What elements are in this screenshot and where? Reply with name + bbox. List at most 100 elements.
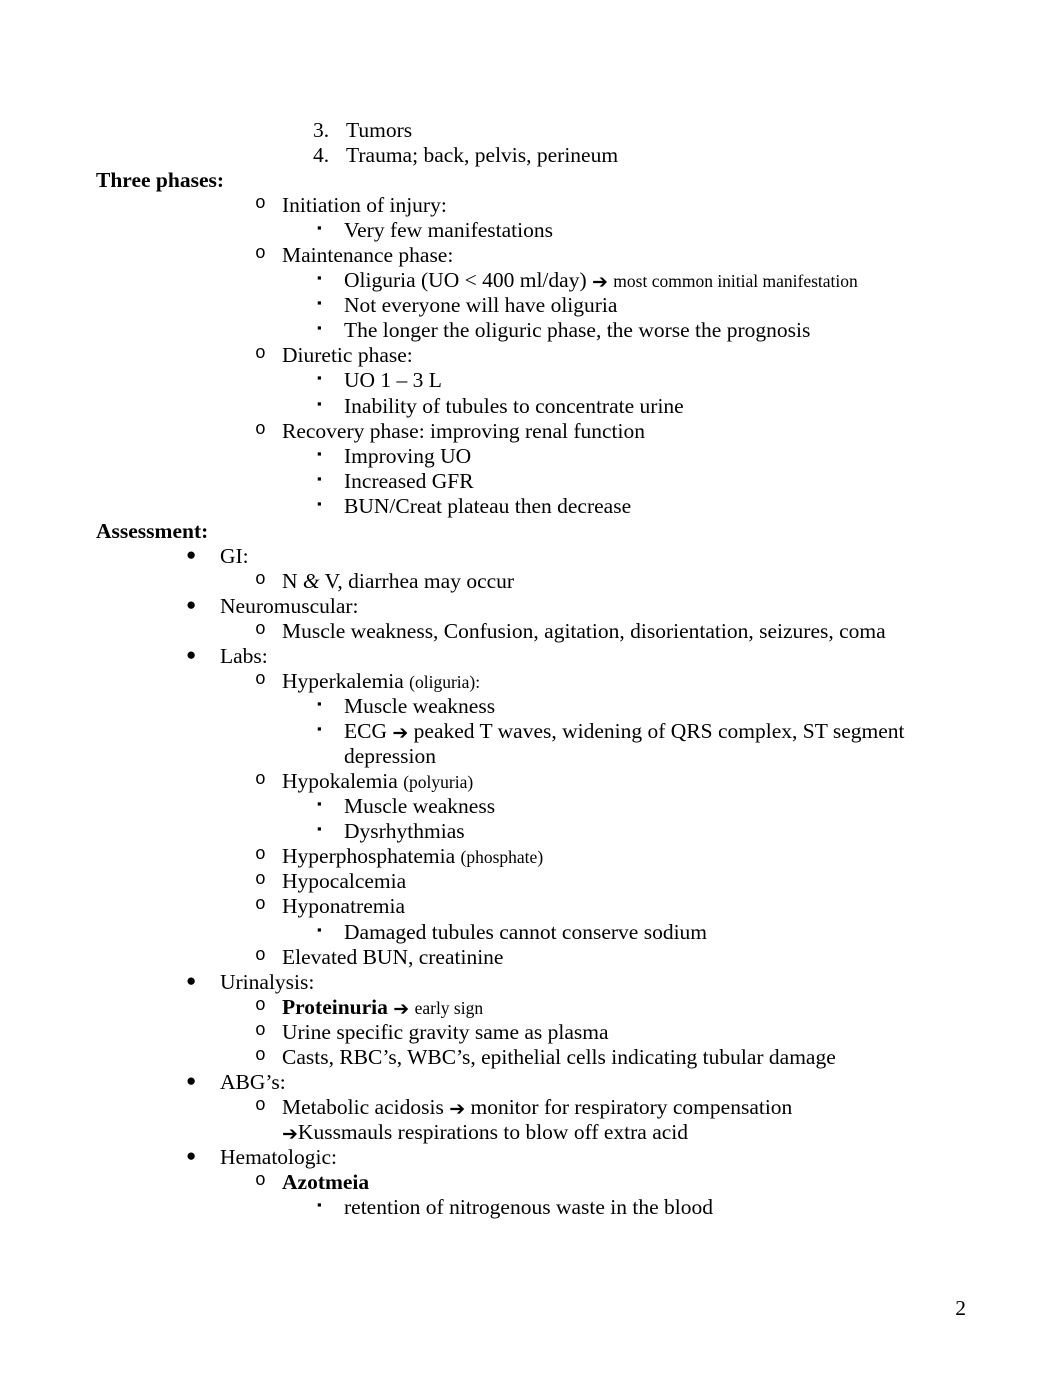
list-item-text: Urine specific gravity same as plasma <box>282 1019 609 1044</box>
list-item-text: Hyperphosphatemia (phosphate) <box>282 844 966 869</box>
list-item-text: Hematologic: <box>220 1144 338 1169</box>
list-item: ▪ Damaged tubules cannot conserve sodium <box>317 920 966 945</box>
list-marker-number: 3. <box>313 118 330 142</box>
list-item: ▪ Muscle weakness <box>317 794 966 819</box>
list-marker-o: o <box>255 945 266 966</box>
list-marker-square: ▪ <box>317 395 322 411</box>
list-marker-o: o <box>255 895 266 916</box>
document-body: 3. Tumors 4. Trauma; back, pelvis, perin… <box>96 118 966 1220</box>
list-item-text: Casts, RBC’s, WBC’s, epithelial cells in… <box>282 1044 836 1069</box>
list-marker-o: o <box>255 619 266 640</box>
list-marker-o: o <box>255 344 266 365</box>
list-item-text: Very few manifestations <box>344 218 553 243</box>
list-item: ▪ UO 1 – 3 L <box>317 368 966 393</box>
list-item-text: Labs: <box>220 643 268 668</box>
list-item-text: Dysrhythmias <box>344 819 465 844</box>
list-item: o Urine specific gravity same as plasma <box>255 1020 966 1045</box>
hyperphosphatemia-paren: (phosphate) <box>460 847 544 868</box>
list-marker-bullet: ● <box>186 1070 197 1090</box>
list-marker-o: o <box>255 770 266 791</box>
section-heading-assessment: Assessment: <box>96 518 209 543</box>
list-marker-o: o <box>255 1170 266 1191</box>
list-item: ▪ Inability of tubules to concentrate ur… <box>317 394 966 419</box>
list-item-text: Hypokalemia (polyuria) <box>282 769 966 794</box>
list-marker-o: o <box>255 870 266 891</box>
list-item-text: Damaged tubules cannot conserve sodium <box>344 919 708 944</box>
list-item-text: Metabolic acidosis ➔ monitor for respira… <box>282 1095 966 1120</box>
list-item: o Recovery phase: improving renal functi… <box>255 419 966 444</box>
hyperkalemia-label: Hyperkalemia <box>282 669 404 694</box>
list-marker-bullet: ● <box>186 544 197 564</box>
list-marker-o: o <box>255 419 266 440</box>
list-item: o Hyponatremia <box>255 894 966 919</box>
list-item: ▪ Increased GFR <box>317 469 966 494</box>
list-item: o Casts, RBC’s, WBC’s, epithelial cells … <box>255 1045 966 1070</box>
list-marker-square: ▪ <box>317 696 322 712</box>
list-item-text: Hypocalcemia <box>282 869 407 894</box>
list-marker-o: o <box>255 995 266 1016</box>
list-item: 4. Trauma; back, pelvis, perineum <box>313 143 966 168</box>
list-item: ● ABG’s: <box>186 1070 966 1095</box>
list-marker-o: o <box>255 1045 266 1066</box>
right-arrow-icon: ➔ <box>392 722 409 745</box>
list-item: ▪ ECG ➔ peaked T waves, widening of QRS … <box>317 719 966 769</box>
list-marker-o: o <box>255 1095 266 1116</box>
section-heading-three-phases: Three phases: <box>96 168 225 193</box>
gi-sub-post: V, diarrhea may occur <box>319 568 515 593</box>
list-marker-o: o <box>255 670 266 691</box>
list-item-text: N & V, diarrhea may occur <box>282 569 966 594</box>
azotmeia-label: Azotmeia <box>282 1169 370 1194</box>
list-item-text: Diuretic phase: <box>282 343 413 368</box>
list-marker-o: o <box>255 194 266 215</box>
list-item-text: Hyperkalemia (oliguria): <box>282 669 966 694</box>
proteinuria-label: Proteinuria <box>282 994 388 1019</box>
right-arrow-icon: ➔ <box>393 997 410 1020</box>
list-item: o Hypocalcemia <box>255 869 966 894</box>
list-marker-o: o <box>255 845 266 866</box>
metabolic-acidosis-note: monitor for respiratory compensation <box>470 1094 793 1119</box>
list-item-text: Maintenance phase: <box>282 243 454 268</box>
list-marker-number: 4. <box>313 143 330 168</box>
list-item: o N & V, diarrhea may occur <box>255 569 966 594</box>
list-item: o Maintenance phase: <box>255 243 966 268</box>
right-arrow-icon: ➔ <box>592 271 608 294</box>
list-marker-square: ▪ <box>317 1197 322 1213</box>
list-item-text: Muscle weakness <box>344 794 496 819</box>
list-item-text: Trauma; back, pelvis, perineum <box>346 143 619 168</box>
list-item-text: Hyponatremia <box>282 894 405 919</box>
list-item: o Elevated BUN, creatinine <box>255 945 966 970</box>
list-item: o Hypokalemia (polyuria) <box>255 769 966 794</box>
list-item-text: Muscle weakness, Confusion, agitation, d… <box>282 618 886 643</box>
oliguria-note: most common initial manifestation <box>613 271 858 292</box>
list-item: ▪ Not everyone will have oliguria <box>317 293 966 318</box>
list-marker-o: o <box>255 569 266 590</box>
right-arrow-icon: ➔ <box>282 1122 298 1145</box>
ecg-findings: peaked T waves, widening of QRS complex,… <box>344 719 905 769</box>
hypokalemia-paren: (polyuria) <box>403 772 474 793</box>
list-item: o Metabolic acidosis ➔ monitor for respi… <box>255 1095 966 1120</box>
list-item: ▪ Very few manifestations <box>317 218 966 243</box>
list-item: ▪ Muscle weakness <box>317 694 966 719</box>
list-item-text: Initiation of injury: <box>282 193 447 218</box>
list-item-text: Increased GFR <box>344 468 474 493</box>
list-item-text: GI: <box>220 543 249 568</box>
list-marker-bullet: ● <box>186 594 197 614</box>
list-item: o Hyperphosphatemia (phosphate) <box>255 844 966 869</box>
kussmauls-text: Kussmauls respirations to blow off extra… <box>297 1119 689 1144</box>
metabolic-acidosis-label: Metabolic acidosis <box>282 1094 444 1119</box>
list-item-text: Not everyone will have oliguria <box>344 293 618 318</box>
list-item-text: Improving UO <box>344 443 472 468</box>
list-item: 3. Tumors <box>313 118 966 143</box>
right-arrow-icon: ➔ <box>449 1097 466 1120</box>
list-marker-square: ▪ <box>317 721 322 737</box>
ecg-label: ECG <box>344 719 387 744</box>
hyperkalemia-paren: (oliguria): <box>409 672 481 693</box>
list-item: ● Urinalysis: <box>186 970 966 995</box>
hypokalemia-label: Hypokalemia <box>282 769 398 794</box>
list-marker-square: ▪ <box>317 370 322 386</box>
gi-sub-pre: N <box>282 568 303 593</box>
list-marker-square: ▪ <box>317 220 322 236</box>
list-item-text: Tumors <box>346 118 413 142</box>
proteinuria-note: early sign <box>414 997 484 1018</box>
list-marker-bullet: ● <box>186 970 197 990</box>
